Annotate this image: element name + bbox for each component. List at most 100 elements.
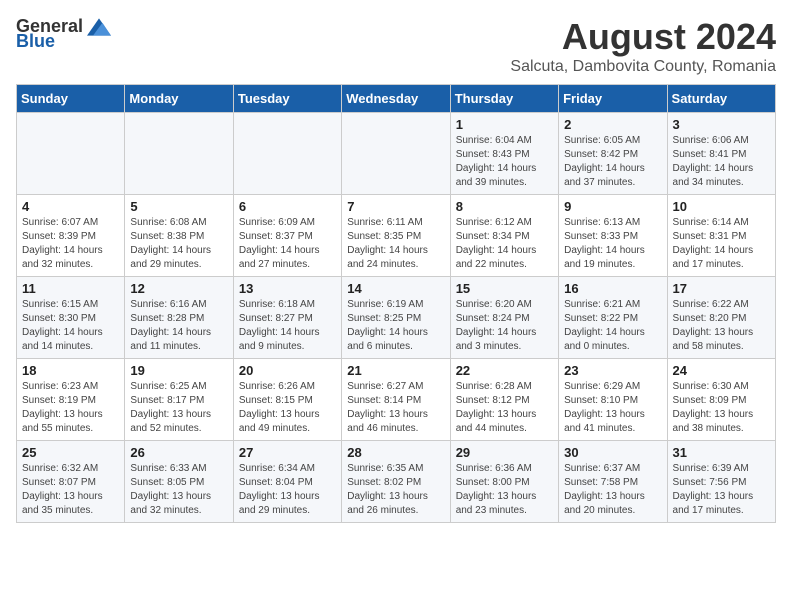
day-number: 10 (673, 199, 770, 214)
calendar-cell (233, 113, 341, 195)
day-number: 30 (564, 445, 661, 460)
calendar-cell: 9 Sunrise: 6:13 AM Sunset: 8:33 PM Daylig… (559, 195, 667, 277)
calendar-cell: 17 Sunrise: 6:22 AM Sunset: 8:20 PM Dayli… (667, 277, 775, 359)
day-info: Sunrise: 6:19 AM Sunset: 8:25 PM Dayligh… (347, 298, 444, 354)
day-number: 22 (456, 363, 553, 378)
calendar-cell: 14 Sunrise: 6:19 AM Sunset: 8:25 PM Dayli… (342, 277, 450, 359)
calendar-cell: 11 Sunrise: 6:15 AM Sunset: 8:30 PM Dayli… (17, 277, 125, 359)
day-number: 11 (22, 281, 119, 296)
calendar-cell: 8Sunrise: 6:12 AM Sunset: 8:34 PM Daylig… (450, 195, 558, 277)
day-number: 26 (130, 445, 227, 460)
day-info: Sunrise: 6:06 AM Sunset: 8:41 PM Dayligh… (673, 134, 770, 190)
day-number: 12 (130, 281, 227, 296)
logo-icon (87, 18, 111, 36)
calendar-cell: 15 Sunrise: 6:20 AM Sunset: 8:24 PM Dayli… (450, 277, 558, 359)
calendar-cell: 13Sunrise: 6:18 AM Sunset: 8:27 PM Dayli… (233, 277, 341, 359)
day-number: 24 (673, 363, 770, 378)
page-header: General Blue August 2024 Salcuta, Dambov… (16, 16, 776, 76)
calendar-cell (125, 113, 233, 195)
subtitle: Salcuta, Dambovita County, Romania (510, 58, 776, 76)
day-info: Sunrise: 6:37 AM Sunset: 7:58 PM Dayligh… (564, 462, 661, 518)
calendar-cell: 31 Sunrise: 6:39 AM Sunset: 7:56 PM Dayli… (667, 441, 775, 523)
day-number: 6 (239, 199, 336, 214)
day-number: 21 (347, 363, 444, 378)
calendar-cell: 25 Sunrise: 6:32 AM Sunset: 8:07 PM Dayli… (17, 441, 125, 523)
col-header-friday: Friday (559, 85, 667, 113)
calendar-cell: 3 Sunrise: 6:06 AM Sunset: 8:41 PM Daylig… (667, 113, 775, 195)
calendar-week-1: 1Sunrise: 6:04 AM Sunset: 8:43 PM Daylig… (17, 113, 776, 195)
calendar-week-4: 18Sunrise: 6:23 AM Sunset: 8:19 PM Dayli… (17, 359, 776, 441)
day-info: Sunrise: 6:13 AM Sunset: 8:33 PM Dayligh… (564, 216, 661, 272)
day-info: Sunrise: 6:28 AM Sunset: 8:12 PM Dayligh… (456, 380, 553, 436)
day-info: Sunrise: 6:26 AM Sunset: 8:15 PM Dayligh… (239, 380, 336, 436)
day-number: 3 (673, 117, 770, 132)
calendar-cell: 24 Sunrise: 6:30 AM Sunset: 8:09 PM Dayli… (667, 359, 775, 441)
calendar-cell: 16Sunrise: 6:21 AM Sunset: 8:22 PM Dayli… (559, 277, 667, 359)
day-info: Sunrise: 6:36 AM Sunset: 8:00 PM Dayligh… (456, 462, 553, 518)
day-info: Sunrise: 6:12 AM Sunset: 8:34 PM Dayligh… (456, 216, 553, 272)
day-info: Sunrise: 6:30 AM Sunset: 8:09 PM Dayligh… (673, 380, 770, 436)
main-title: August 2024 (510, 16, 776, 58)
day-number: 23 (564, 363, 661, 378)
day-number: 2 (564, 117, 661, 132)
calendar-cell (342, 113, 450, 195)
calendar-cell: 6 Sunrise: 6:09 AM Sunset: 8:37 PM Daylig… (233, 195, 341, 277)
day-number: 9 (564, 199, 661, 214)
logo: General Blue (16, 16, 111, 52)
day-info: Sunrise: 6:29 AM Sunset: 8:10 PM Dayligh… (564, 380, 661, 436)
calendar-cell: 19Sunrise: 6:25 AM Sunset: 8:17 PM Dayli… (125, 359, 233, 441)
calendar-cell: 29 Sunrise: 6:36 AM Sunset: 8:00 PM Dayli… (450, 441, 558, 523)
day-info: Sunrise: 6:39 AM Sunset: 7:56 PM Dayligh… (673, 462, 770, 518)
calendar-cell: 20 Sunrise: 6:26 AM Sunset: 8:15 PM Dayli… (233, 359, 341, 441)
calendar-cell: 22 Sunrise: 6:28 AM Sunset: 8:12 PM Dayli… (450, 359, 558, 441)
title-block: August 2024 Salcuta, Dambovita County, R… (510, 16, 776, 76)
logo-blue-text: Blue (16, 31, 55, 52)
day-number: 31 (673, 445, 770, 460)
day-number: 19 (130, 363, 227, 378)
day-info: Sunrise: 6:08 AM Sunset: 8:38 PM Dayligh… (130, 216, 227, 272)
day-info: Sunrise: 6:14 AM Sunset: 8:31 PM Dayligh… (673, 216, 770, 272)
day-info: Sunrise: 6:11 AM Sunset: 8:35 PM Dayligh… (347, 216, 444, 272)
day-info: Sunrise: 6:21 AM Sunset: 8:22 PM Dayligh… (564, 298, 661, 354)
day-info: Sunrise: 6:22 AM Sunset: 8:20 PM Dayligh… (673, 298, 770, 354)
day-info: Sunrise: 6:05 AM Sunset: 8:42 PM Dayligh… (564, 134, 661, 190)
calendar-cell: 18Sunrise: 6:23 AM Sunset: 8:19 PM Dayli… (17, 359, 125, 441)
day-number: 20 (239, 363, 336, 378)
col-header-thursday: Thursday (450, 85, 558, 113)
col-header-wednesday: Wednesday (342, 85, 450, 113)
day-number: 27 (239, 445, 336, 460)
day-info: Sunrise: 6:04 AM Sunset: 8:43 PM Dayligh… (456, 134, 553, 190)
calendar-cell: 28Sunrise: 6:35 AM Sunset: 8:02 PM Dayli… (342, 441, 450, 523)
day-info: Sunrise: 6:23 AM Sunset: 8:19 PM Dayligh… (22, 380, 119, 436)
day-info: Sunrise: 6:09 AM Sunset: 8:37 PM Dayligh… (239, 216, 336, 272)
day-number: 7 (347, 199, 444, 214)
day-number: 13 (239, 281, 336, 296)
day-number: 29 (456, 445, 553, 460)
calendar-table: SundayMondayTuesdayWednesdayThursdayFrid… (16, 84, 776, 523)
day-number: 17 (673, 281, 770, 296)
day-info: Sunrise: 6:15 AM Sunset: 8:30 PM Dayligh… (22, 298, 119, 354)
calendar-cell: 27 Sunrise: 6:34 AM Sunset: 8:04 PM Dayli… (233, 441, 341, 523)
day-info: Sunrise: 6:27 AM Sunset: 8:14 PM Dayligh… (347, 380, 444, 436)
day-info: Sunrise: 6:34 AM Sunset: 8:04 PM Dayligh… (239, 462, 336, 518)
day-info: Sunrise: 6:32 AM Sunset: 8:07 PM Dayligh… (22, 462, 119, 518)
calendar-week-5: 25 Sunrise: 6:32 AM Sunset: 8:07 PM Dayli… (17, 441, 776, 523)
calendar-cell: 12 Sunrise: 6:16 AM Sunset: 8:28 PM Dayli… (125, 277, 233, 359)
day-number: 25 (22, 445, 119, 460)
calendar-cell: 7 Sunrise: 6:11 AM Sunset: 8:35 PM Daylig… (342, 195, 450, 277)
calendar-cell: 1Sunrise: 6:04 AM Sunset: 8:43 PM Daylig… (450, 113, 558, 195)
calendar-week-3: 11 Sunrise: 6:15 AM Sunset: 8:30 PM Dayli… (17, 277, 776, 359)
calendar-cell: 26Sunrise: 6:33 AM Sunset: 8:05 PM Dayli… (125, 441, 233, 523)
calendar-cell: 10 Sunrise: 6:14 AM Sunset: 8:31 PM Dayli… (667, 195, 775, 277)
day-info: Sunrise: 6:07 AM Sunset: 8:39 PM Dayligh… (22, 216, 119, 272)
calendar-week-2: 4Sunrise: 6:07 AM Sunset: 8:39 PM Daylig… (17, 195, 776, 277)
day-number: 15 (456, 281, 553, 296)
day-number: 14 (347, 281, 444, 296)
calendar-cell: 5 Sunrise: 6:08 AM Sunset: 8:38 PM Daylig… (125, 195, 233, 277)
day-info: Sunrise: 6:16 AM Sunset: 8:28 PM Dayligh… (130, 298, 227, 354)
day-number: 5 (130, 199, 227, 214)
day-info: Sunrise: 6:35 AM Sunset: 8:02 PM Dayligh… (347, 462, 444, 518)
calendar-cell: 4Sunrise: 6:07 AM Sunset: 8:39 PM Daylig… (17, 195, 125, 277)
col-header-sunday: Sunday (17, 85, 125, 113)
day-info: Sunrise: 6:20 AM Sunset: 8:24 PM Dayligh… (456, 298, 553, 354)
